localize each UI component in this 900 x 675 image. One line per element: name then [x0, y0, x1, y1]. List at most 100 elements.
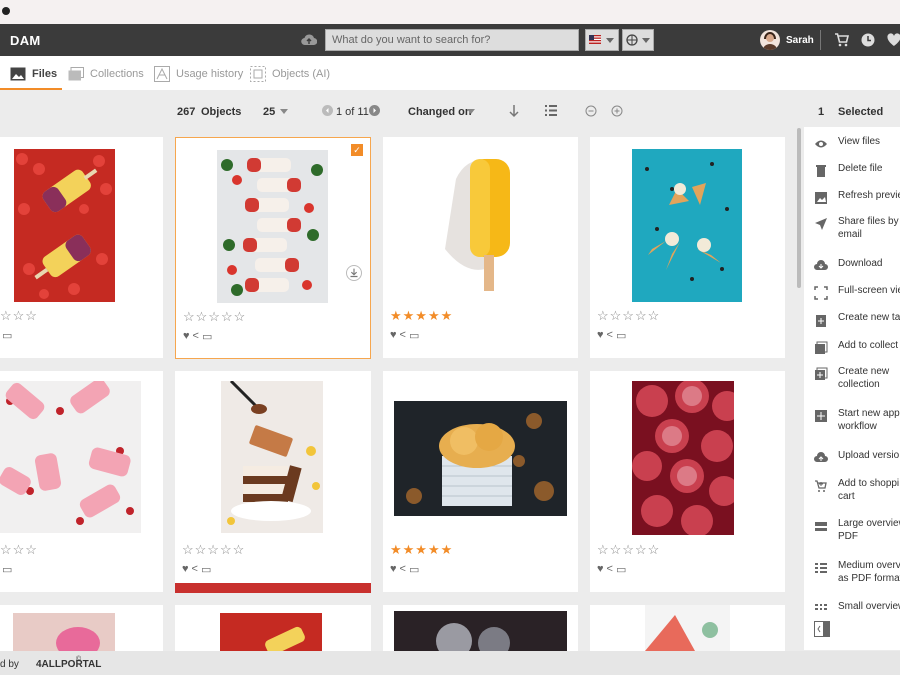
chevron-down-icon[interactable] [280, 109, 288, 114]
share-icon[interactable]: < [607, 563, 613, 576]
language-dropdown[interactable] [585, 29, 619, 51]
sort-select[interactable]: Changed on [408, 106, 472, 118]
file-thumbnail[interactable] [13, 613, 115, 651]
action-item[interactable]: Create new collection [804, 365, 900, 395]
tab-bar: Files Collections Usage history Objects … [0, 56, 900, 91]
action-item[interactable]: View files [804, 135, 900, 165]
file-thumbnail[interactable] [220, 613, 322, 651]
file-thumbnail[interactable] [221, 381, 323, 533]
tab-objects-ai[interactable]: Objects (AI) [250, 56, 330, 91]
share-icon[interactable]: < [400, 563, 406, 576]
file-card[interactable]: ☆☆☆☆☆ ♥ < ▭ [590, 371, 785, 592]
cloud-download-icon [814, 260, 828, 270]
favorite-icon[interactable]: ♥ [182, 563, 189, 576]
file-card[interactable]: ★★★★★ ♥ < ▭ [383, 137, 578, 358]
rating-stars[interactable]: ★★★★★ [390, 542, 453, 558]
file-card[interactable] [175, 605, 371, 651]
app-logo[interactable]: DAM [10, 33, 41, 48]
collapse-panel-icon[interactable] [814, 621, 830, 637]
tab-files[interactable]: Files [10, 56, 57, 91]
file-card-selected[interactable]: ☆☆☆☆☆ ♥ < ▭ [175, 137, 371, 359]
rating-stars[interactable]: ☆☆☆☆☆ [597, 542, 660, 558]
preview-icon[interactable]: ▭ [409, 329, 419, 342]
action-item[interactable]: Delete file [804, 162, 900, 192]
footer-brand[interactable]: 4ALLPORTAL [36, 659, 101, 670]
file-card[interactable] [590, 605, 785, 651]
next-page-icon[interactable] [369, 105, 380, 116]
heart-icon[interactable] [886, 32, 900, 48]
action-item[interactable]: Full-screen vie [804, 284, 900, 314]
file-thumbnail[interactable] [217, 150, 328, 303]
rating-stars[interactable]: ★★★★★ [390, 308, 453, 324]
file-thumbnail[interactable] [394, 401, 567, 516]
favorite-icon[interactable]: ♥ [597, 329, 604, 342]
file-card[interactable] [383, 605, 578, 651]
preview-icon[interactable]: ▭ [616, 563, 626, 576]
file-card[interactable]: ★★★★★ ♥ < ▭ [383, 371, 578, 592]
download-icon[interactable] [346, 265, 362, 281]
share-icon[interactable]: < [192, 563, 198, 576]
image-refresh-icon [815, 192, 827, 204]
avatar[interactable] [760, 30, 780, 50]
file-thumbnail[interactable] [14, 149, 115, 302]
share-icon[interactable]: < [607, 329, 613, 342]
file-card[interactable]: ☆☆☆ ▭ [0, 371, 163, 592]
collections-icon [68, 66, 84, 80]
rating-stars[interactable]: ☆☆☆☆☆ [183, 309, 246, 325]
file-card[interactable]: ☆☆☆☆☆ ♥ < ▭ [590, 137, 785, 358]
selection-checkbox[interactable]: ✓ [351, 144, 363, 156]
file-thumbnail[interactable] [438, 149, 526, 294]
window-dot-icon[interactable] [2, 7, 10, 15]
preview-icon[interactable]: ▭ [2, 329, 12, 342]
scrollbar[interactable] [797, 128, 801, 288]
preview-icon[interactable]: ▭ [616, 329, 626, 342]
share-icon[interactable]: < [400, 329, 406, 342]
action-item[interactable]: Start new appr workflow [804, 407, 900, 437]
rating-stars[interactable]: ☆☆☆ [0, 308, 38, 324]
search-input[interactable] [326, 30, 578, 50]
rating-stars[interactable]: ☆☆☆☆☆ [182, 542, 245, 558]
page-size-select[interactable]: 25 [263, 106, 275, 118]
tab-usage-history[interactable]: Usage history [154, 56, 243, 91]
file-thumbnail[interactable] [394, 611, 567, 651]
clock-icon[interactable] [860, 32, 876, 48]
preview-icon[interactable]: ▭ [202, 330, 212, 343]
list-view-icon[interactable] [545, 105, 557, 116]
favorite-icon[interactable]: ♥ [390, 563, 397, 576]
preview-icon[interactable]: ▭ [409, 563, 419, 576]
action-item[interactable]: Add to shoppi cart [804, 477, 900, 507]
file-card[interactable]: ☆☆☆☆☆ ♥ < ▭ [175, 371, 371, 592]
zoom-in-icon[interactable] [611, 105, 623, 117]
action-item[interactable]: Large overview PDF [804, 517, 900, 547]
cart-icon[interactable] [834, 32, 850, 48]
file-thumbnail[interactable] [632, 149, 742, 302]
fullscreen-icon [814, 286, 828, 300]
zoom-out-icon[interactable] [585, 105, 597, 117]
user-name[interactable]: Sarah [786, 35, 814, 46]
share-icon[interactable]: < [193, 330, 199, 343]
favorite-icon[interactable]: ♥ [597, 563, 604, 576]
action-item[interactable]: Share files by email [804, 215, 900, 245]
region-dropdown[interactable] [622, 29, 654, 51]
action-item[interactable]: Create new tas [804, 311, 900, 341]
file-thumbnail[interactable] [645, 605, 730, 651]
file-card[interactable] [0, 605, 163, 651]
action-item[interactable]: Upload versio [804, 449, 900, 479]
action-item[interactable]: Medium overvi as PDF format [804, 559, 900, 589]
prev-page-icon[interactable] [322, 105, 333, 116]
tab-collections[interactable]: Collections [68, 56, 144, 91]
file-thumbnail[interactable] [0, 381, 141, 533]
action-item[interactable]: Download [804, 257, 900, 287]
favorite-icon[interactable]: ♥ [183, 330, 190, 343]
rating-stars[interactable]: ☆☆☆ [0, 542, 38, 558]
rating-stars[interactable]: ☆☆☆☆☆ [597, 308, 660, 324]
sort-direction-icon[interactable] [508, 104, 520, 118]
chevron-down-icon[interactable] [467, 109, 475, 114]
favorite-icon[interactable]: ♥ [390, 329, 397, 342]
search-box[interactable] [325, 29, 579, 51]
preview-icon[interactable]: ▭ [201, 563, 211, 576]
file-card[interactable]: ☆☆☆ ▭ [0, 137, 163, 358]
cloud-upload-icon[interactable] [301, 33, 317, 47]
preview-icon[interactable]: ▭ [2, 563, 12, 576]
file-thumbnail[interactable] [632, 381, 734, 535]
